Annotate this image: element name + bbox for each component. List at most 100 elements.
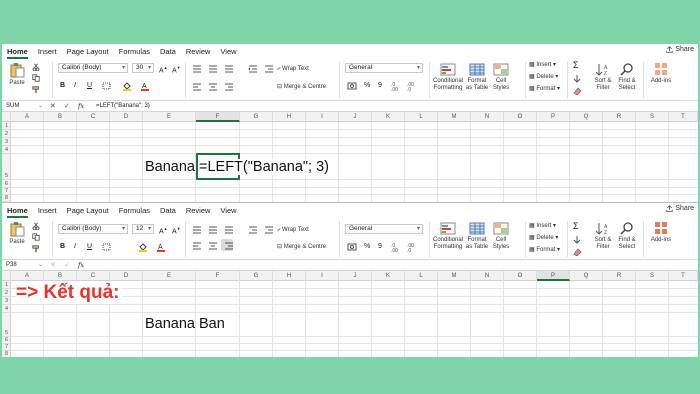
merge-centre-button[interactable]: ⊟ Merge & Centre — [277, 243, 326, 251]
fill-down-icon[interactable] — [573, 75, 582, 83]
row-header-1[interactable]: 1 — [2, 281, 11, 289]
percent-button[interactable]: % — [364, 242, 370, 251]
percent-button[interactable]: % — [364, 81, 370, 90]
format-as-table-button[interactable]: Format as Table — [465, 63, 489, 91]
cell-styles-button[interactable]: Cell Styles — [491, 222, 511, 250]
paste-button[interactable]: Paste — [6, 62, 28, 87]
column-header-e[interactable]: E — [143, 112, 196, 122]
column-header-d[interactable]: D — [110, 112, 143, 122]
column-header-b[interactable]: B — [44, 112, 77, 122]
enter-icon[interactable]: ✓ — [64, 102, 70, 111]
autosum-icon[interactable]: Σ — [573, 61, 579, 70]
tab-home[interactable]: Home — [2, 44, 33, 59]
vertical-align-icons[interactable] — [192, 64, 238, 73]
tab-view[interactable]: View — [215, 203, 241, 218]
fill-down-icon[interactable] — [573, 236, 582, 244]
tab-formulas[interactable]: Formulas — [114, 203, 155, 218]
underline-button[interactable]: U — [87, 81, 92, 90]
formula-input[interactable]: =LEFT("Banana"; 3) — [96, 102, 150, 111]
column-header-q[interactable]: Q — [570, 112, 603, 122]
paste-button[interactable]: Paste — [6, 221, 28, 246]
autosum-icon[interactable]: Σ — [573, 222, 579, 231]
column-header-j[interactable]: J — [339, 112, 372, 122]
number-format-dropdown[interactable]: General — [345, 63, 423, 73]
tab-page-layout[interactable]: Page Layout — [62, 44, 114, 59]
sort-filter-button[interactable]: AZ Sort & Filter — [592, 63, 614, 91]
vertical-align-icons[interactable] — [192, 225, 238, 234]
clear-icon[interactable] — [573, 248, 582, 256]
column-header-j[interactable]: J — [339, 271, 372, 281]
format-painter-icon[interactable] — [32, 245, 40, 253]
font-color-icon[interactable]: A — [140, 81, 150, 91]
function-icon[interactable]: fx — [78, 102, 84, 111]
column-header-m[interactable]: M — [438, 271, 471, 281]
decrease-font-icon[interactable]: A▼ — [172, 224, 181, 236]
select-all-corner[interactable] — [2, 112, 11, 122]
bold-button[interactable]: B — [60, 81, 65, 90]
font-size-dropdown[interactable]: 30 — [132, 63, 154, 73]
column-header-n[interactable]: N — [471, 271, 504, 281]
format-painter-icon[interactable] — [32, 86, 40, 94]
decimal-icons[interactable]: .0.00.00.0 — [391, 81, 421, 91]
currency-icon[interactable] — [347, 81, 357, 91]
conditional-formatting-button[interactable]: Conditional Formatting — [432, 222, 464, 250]
row-header-3[interactable]: 3 — [2, 297, 11, 305]
number-format-dropdown[interactable]: General — [345, 224, 423, 234]
find-select-button[interactable]: Find & Select — [616, 222, 638, 250]
insert-cells-button[interactable]: ▦ Insert ▾ — [529, 61, 556, 69]
column-header-r[interactable]: R — [603, 271, 636, 281]
increase-font-icon[interactable]: A▲ — [159, 224, 168, 236]
column-header-c[interactable]: C — [77, 112, 110, 122]
column-header-a[interactable]: A — [11, 271, 44, 281]
worksheet-grid[interactable]: => Kết quả: Banana Ban — [11, 281, 698, 357]
column-header-e[interactable]: E — [143, 271, 196, 281]
decimal-icons[interactable]: .0.00.00.0 — [391, 242, 421, 252]
font-name-dropdown[interactable]: Calibri (Body) — [58, 224, 128, 234]
find-select-button[interactable]: Find & Select — [616, 63, 638, 91]
row-header-8[interactable]: 8 — [2, 195, 11, 202]
row-header-5[interactable]: 5 — [2, 154, 11, 180]
cell-styles-button[interactable]: Cell Styles — [491, 63, 511, 91]
underline-button[interactable]: U — [87, 242, 92, 251]
borders-icon[interactable] — [102, 82, 112, 90]
row-header-2[interactable]: 2 — [2, 289, 11, 297]
select-all-corner[interactable] — [2, 271, 11, 281]
row-header-7[interactable]: 7 — [2, 188, 11, 195]
tab-review[interactable]: Review — [181, 44, 216, 59]
tab-formulas[interactable]: Formulas — [114, 44, 155, 59]
row-header-7[interactable]: 7 — [2, 344, 11, 351]
share-button[interactable]: Share — [666, 46, 694, 53]
row-header-2[interactable]: 2 — [2, 130, 11, 138]
insert-cells-button[interactable]: ▦ Insert ▾ — [529, 222, 556, 230]
column-header-f[interactable]: F — [196, 112, 240, 122]
comma-button[interactable]: 9 — [378, 81, 382, 90]
cancel-icon[interactable]: ✕ — [50, 261, 56, 270]
bold-button[interactable]: B — [60, 242, 65, 251]
comma-button[interactable]: 9 — [378, 242, 382, 251]
row-header-3[interactable]: 3 — [2, 138, 11, 146]
column-header-p[interactable]: P — [537, 112, 570, 122]
column-header-l[interactable]: L — [405, 271, 438, 281]
column-header-t[interactable]: T — [669, 112, 698, 122]
font-color-icon[interactable]: A — [156, 242, 166, 252]
indent-icons[interactable] — [248, 64, 278, 73]
column-header-a[interactable]: A — [11, 112, 44, 122]
cut-icon[interactable] — [32, 63, 40, 71]
tab-home[interactable]: Home — [2, 203, 33, 218]
column-header-n[interactable]: N — [471, 112, 504, 122]
column-header-q[interactable]: Q — [570, 271, 603, 281]
copy-icon[interactable] — [32, 74, 40, 82]
column-header-b[interactable]: B — [44, 271, 77, 281]
row-header-8[interactable]: 8 — [2, 351, 11, 357]
sort-filter-button[interactable]: AZ Sort & Filter — [592, 222, 614, 250]
row-header-6[interactable]: 6 — [2, 337, 11, 344]
tab-insert[interactable]: Insert — [33, 203, 62, 218]
cell-e5[interactable]: Banana — [145, 316, 195, 332]
add-ins-button[interactable]: Add-ins — [648, 63, 674, 85]
column-header-c[interactable]: C — [77, 271, 110, 281]
font-name-dropdown[interactable]: Calibri (Body) — [58, 63, 128, 73]
column-header-p[interactable]: P — [537, 271, 570, 281]
share-button[interactable]: Share — [666, 205, 694, 212]
column-header-o[interactable]: O — [504, 271, 537, 281]
column-header-l[interactable]: L — [405, 112, 438, 122]
